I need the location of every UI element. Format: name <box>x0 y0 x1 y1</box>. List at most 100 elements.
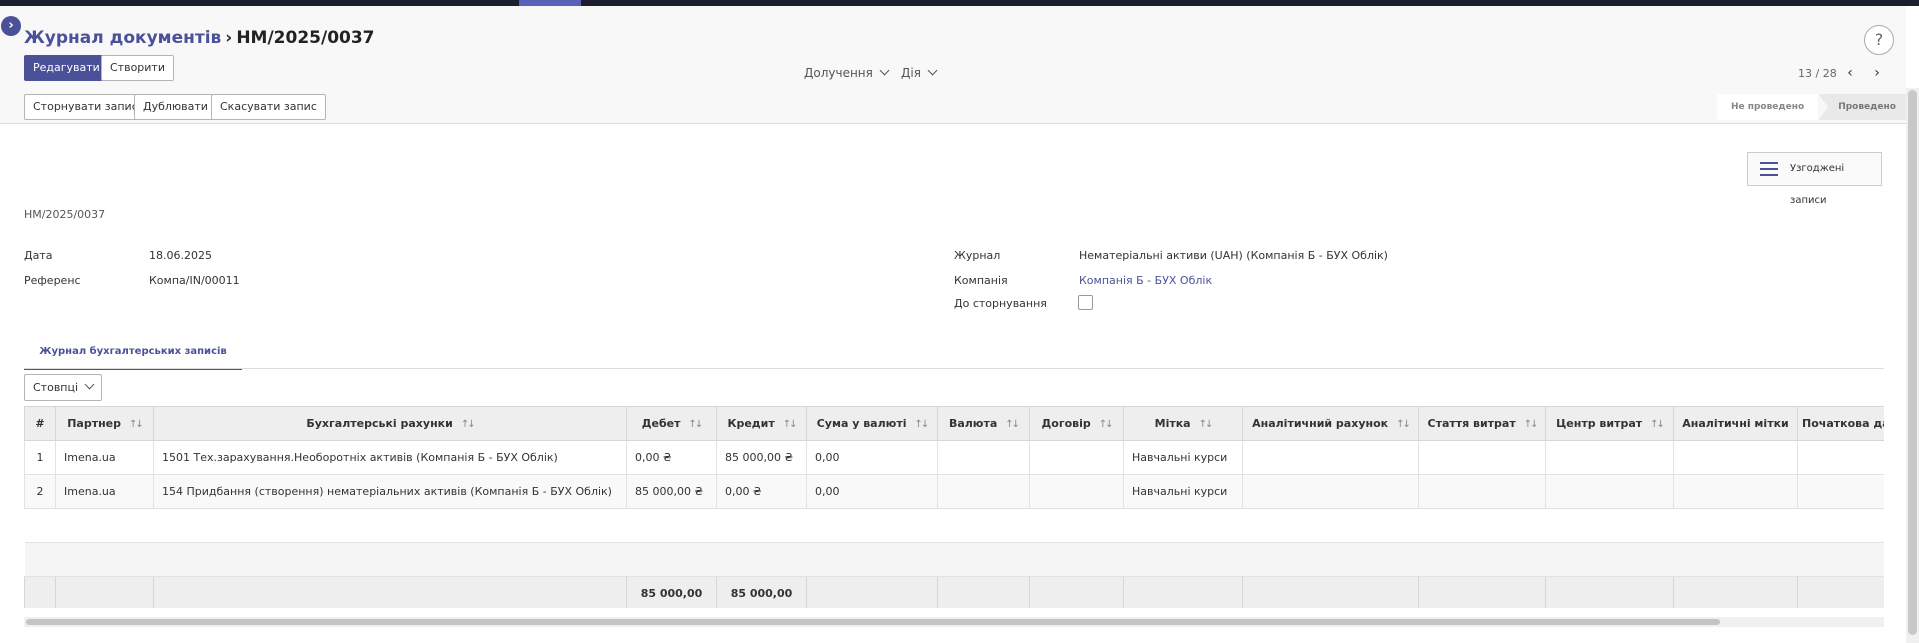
sort-icon: ↑↓ <box>1005 419 1020 430</box>
sort-icon: ↑↓ <box>1523 419 1539 430</box>
duplicate-button[interactable]: Дублювати <box>134 94 217 120</box>
cell-analytic-tags[interactable] <box>1673 474 1798 509</box>
attachments-dropdown[interactable]: Долучення <box>804 65 890 80</box>
sort-icon: ↑↓ <box>1198 419 1214 430</box>
to-reverse-checkbox[interactable] <box>1078 295 1093 310</box>
action-label: Дія <box>901 66 921 80</box>
sort-icon: ↑↓ <box>1098 419 1114 430</box>
action-dropdown[interactable]: Дія <box>901 65 938 80</box>
tab-journal-items[interactable]: Журнал бухгалтерських записів <box>24 336 242 370</box>
totals-cell <box>1242 576 1419 608</box>
cell-analytic-account[interactable] <box>1242 440 1419 475</box>
sort-icon: ↑↓ <box>129 419 144 430</box>
cell-cost-item[interactable] <box>1418 474 1546 509</box>
journal-value[interactable]: Нематеріальні активи (UAH) (Компанія Б -… <box>1079 249 1388 262</box>
cell-partner[interactable]: Imena.ua <box>55 474 154 509</box>
totals-cell <box>24 576 56 608</box>
cell-amount-currency[interactable]: 0,00 <box>806 474 938 509</box>
reconciled-entries-button[interactable]: Узгоджені записи <box>1747 152 1882 206</box>
cell-amount-currency[interactable]: 0,00 <box>806 440 938 475</box>
status-stage-draft: Не проведено <box>1717 94 1819 120</box>
chevron-down-icon <box>927 65 938 76</box>
reference-label: Референс <box>24 274 81 287</box>
edit-button[interactable]: Редагувати <box>24 55 109 81</box>
cell-cost-center[interactable] <box>1545 440 1674 475</box>
attachments-label: Долучення <box>804 66 873 80</box>
breadcrumb-separator-icon: › <box>225 28 233 48</box>
help-button[interactable]: ? <box>1864 25 1894 55</box>
table-row[interactable]: 2 Imena.ua 154 Придбання (створення) нем… <box>24 474 1884 509</box>
cell-label[interactable]: Навчальні курси <box>1123 474 1243 509</box>
date-value[interactable]: 18.06.2025 <box>149 249 212 262</box>
journal-label: Журнал <box>954 249 1001 262</box>
journal-items-table: # Партнер ↑↓ Бухгалтерські рахунки ↑↓ Дебе… <box>24 406 1884 608</box>
totals-row: 85 000,00 85 000,00 <box>24 576 1884 608</box>
reference-value[interactable]: Компа/IN/00011 <box>149 274 240 287</box>
date-label: Дата <box>24 249 53 262</box>
cell-contract[interactable] <box>1029 440 1124 475</box>
journal-items-table-wrapper: # Партнер ↑↓ Бухгалтерські рахунки ↑↓ Дебе… <box>24 406 1884 608</box>
totals-cell <box>1673 576 1798 608</box>
cell-debit[interactable]: 0,00 ₴ <box>626 440 717 475</box>
cell-cost-center[interactable] <box>1545 474 1674 509</box>
column-header-debit[interactable]: Дебет ↑↓ <box>626 406 717 441</box>
column-header-number: # <box>24 406 56 441</box>
columns-button[interactable]: Стовпці <box>24 374 103 401</box>
cell-partner[interactable]: Imena.ua <box>55 440 154 475</box>
breadcrumb-current: НМ/2025/0037 <box>236 28 375 48</box>
sort-icon: ↑↓ <box>688 419 704 430</box>
to-reverse-label: До сторнування <box>954 297 1047 310</box>
totals-cell <box>1797 576 1884 608</box>
cell-credit[interactable]: 0,00 ₴ <box>716 474 807 509</box>
totals-cell <box>806 576 938 608</box>
cell-analytic-tags[interactable] <box>1673 440 1798 475</box>
breadcrumb-parent-link[interactable]: Журнал документів <box>24 28 221 48</box>
pager-value[interactable]: 13 / 28 <box>1798 67 1837 80</box>
column-header-credit[interactable]: Кредит ↑↓ <box>716 406 807 441</box>
create-button[interactable]: Створити <box>101 55 174 81</box>
totals-cell <box>937 576 1030 608</box>
column-header-partner[interactable]: Партнер ↑↓ <box>55 406 154 441</box>
sort-icon: ↑↓ <box>1650 419 1665 430</box>
cell-label[interactable]: Навчальні курси <box>1123 440 1243 475</box>
cell-analytic-account[interactable] <box>1242 474 1419 509</box>
apps-toggle-icon[interactable]: › <box>1 16 21 36</box>
column-header-amount-currency[interactable]: Сума у валюті ↑↓ <box>806 406 938 441</box>
page-scrollbar-thumb[interactable] <box>1908 90 1917 635</box>
cell-number: 2 <box>24 474 56 509</box>
cell-cost-item[interactable] <box>1418 440 1546 475</box>
cell-start-date[interactable] <box>1797 474 1884 509</box>
totals-cell <box>55 576 154 608</box>
reverse-entry-button[interactable]: Сторнувати запис <box>24 94 147 120</box>
column-header-currency[interactable]: Валюта ↑↓ <box>937 406 1030 441</box>
column-header-label[interactable]: Мітка ↑↓ <box>1123 406 1243 441</box>
table-header-row: # Партнер ↑↓ Бухгалтерські рахунки ↑↓ Дебе… <box>24 406 1884 441</box>
cancel-entry-button[interactable]: Скасувати запис <box>211 94 326 120</box>
cell-contract[interactable] <box>1029 474 1124 509</box>
cell-account[interactable]: 1501 Тех.зарахування.Необоротніх активів… <box>153 440 627 475</box>
cell-debit[interactable]: 85 000,00 ₴ <box>626 474 717 509</box>
cell-currency[interactable] <box>937 474 1030 509</box>
pager-previous-icon[interactable]: ‹ <box>1841 64 1859 82</box>
empty-row <box>24 542 1884 577</box>
column-header-contract[interactable]: Договір ↑↓ <box>1029 406 1124 441</box>
cell-currency[interactable] <box>937 440 1030 475</box>
total-debit: 85 000,00 <box>626 576 717 608</box>
column-header-analytic-account[interactable]: Аналітичний рахунок ↑↓ <box>1242 406 1419 441</box>
cell-number: 1 <box>24 440 56 475</box>
column-header-analytic-tags: Аналітичні мітки <box>1673 406 1798 441</box>
company-link[interactable]: Компанія Б - БУХ Облік <box>1079 274 1212 287</box>
cell-credit[interactable]: 85 000,00 ₴ <box>716 440 807 475</box>
pager-next-icon[interactable]: › <box>1868 64 1886 82</box>
totals-cell <box>153 576 627 608</box>
company-label: Компанія <box>954 274 1008 287</box>
breadcrumb: Журнал документів › НМ/2025/0037 <box>24 28 375 48</box>
cell-account[interactable]: 154 Придбання (створення) нематеріальних… <box>153 474 627 509</box>
column-header-cost-item[interactable]: Стаття витрат ↑↓ <box>1418 406 1546 441</box>
column-header-cost-center[interactable]: Центр витрат ↑↓ <box>1545 406 1674 441</box>
cell-start-date[interactable] <box>1797 440 1884 475</box>
column-header-account[interactable]: Бухгалтерські рахунки ↑↓ <box>153 406 627 441</box>
totals-cell <box>1418 576 1546 608</box>
table-scrollbar-thumb[interactable] <box>26 619 1720 625</box>
table-row[interactable]: 1 Imena.ua 1501 Тех.зарахування.Необорот… <box>24 440 1884 475</box>
